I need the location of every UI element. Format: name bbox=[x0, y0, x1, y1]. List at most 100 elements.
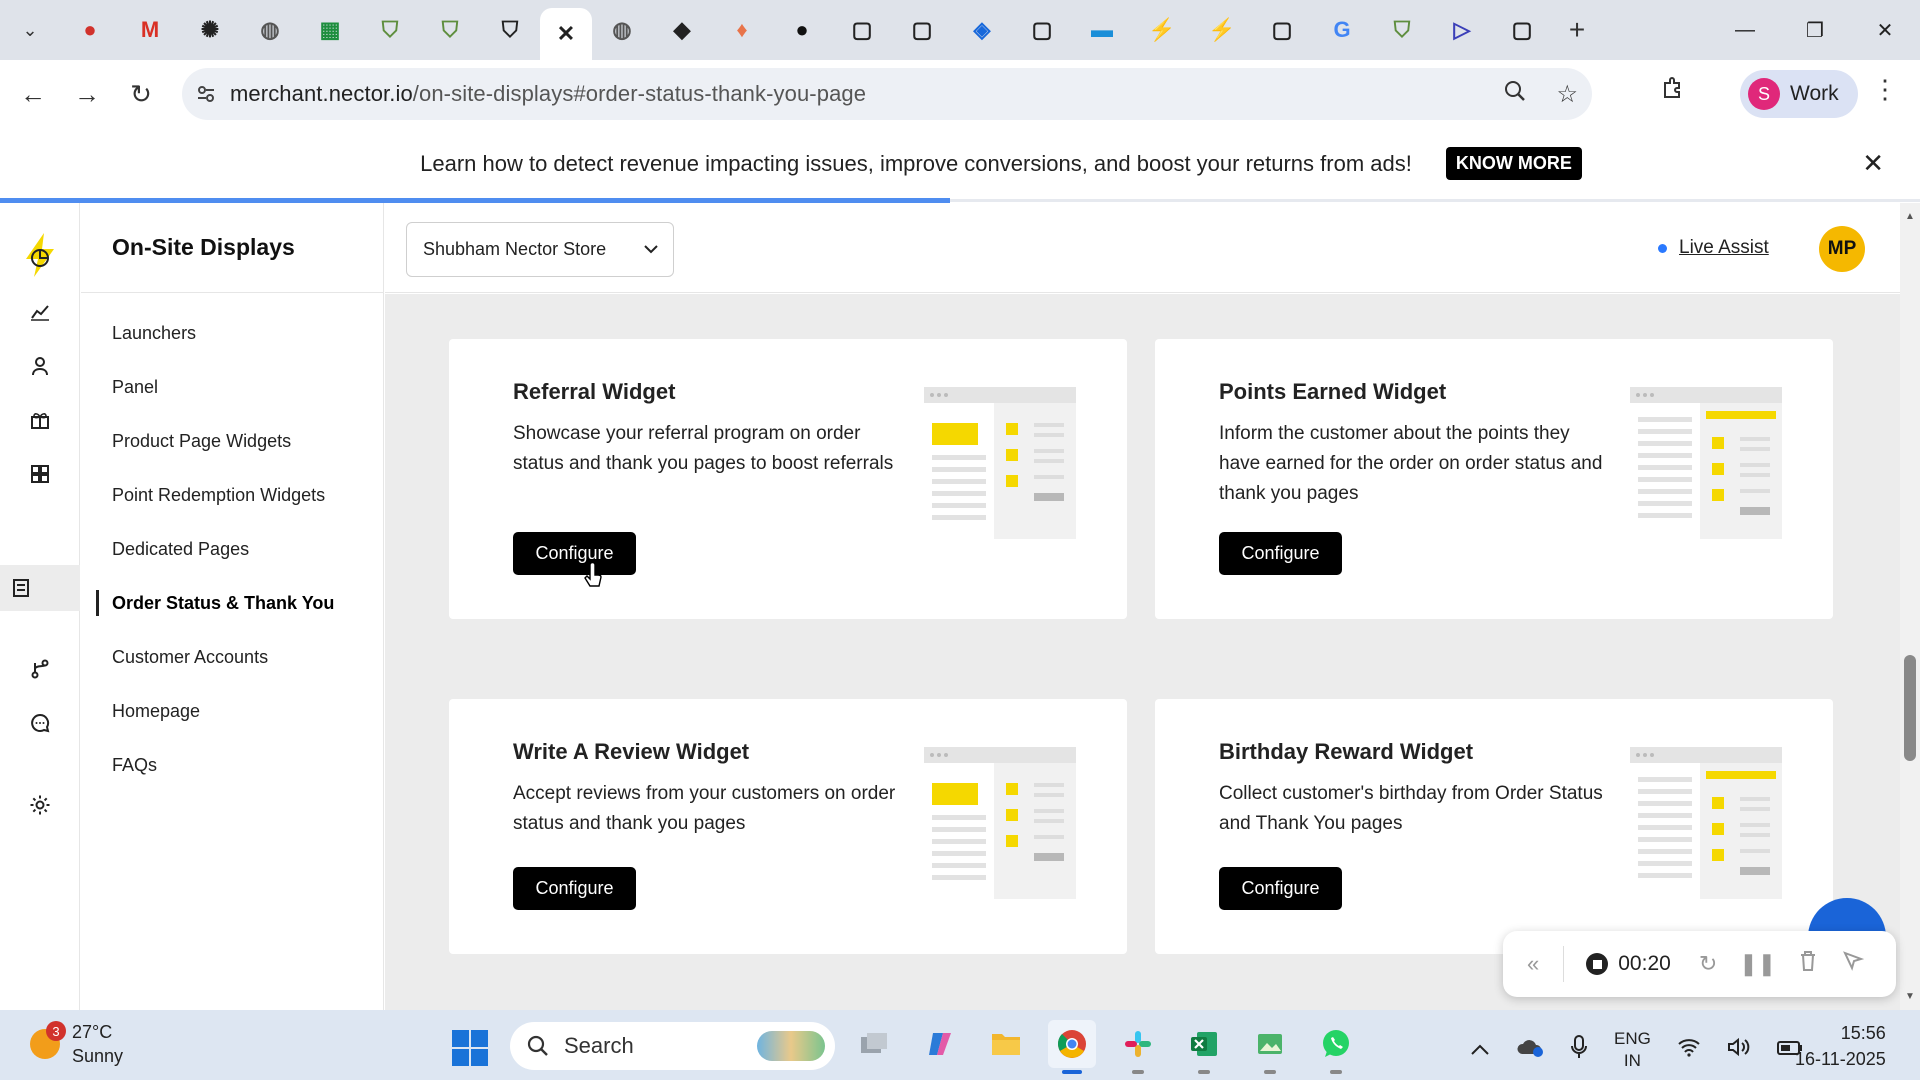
know-more-button[interactable]: KNOW MORE bbox=[1445, 147, 1582, 180]
window-close-icon[interactable]: ✕ bbox=[1850, 0, 1920, 60]
language-indicator[interactable]: ENG IN bbox=[1614, 1028, 1651, 1072]
copilot-icon[interactable] bbox=[916, 1020, 964, 1068]
configure-button[interactable]: Configure bbox=[1219, 532, 1342, 575]
dashboard-icon[interactable] bbox=[22, 240, 58, 276]
zoom-icon[interactable] bbox=[1504, 80, 1526, 109]
sidebar-item-panel[interactable]: Panel bbox=[112, 377, 158, 398]
whatsapp-icon[interactable] bbox=[1312, 1020, 1360, 1074]
browser-tab[interactable]: ♦ bbox=[712, 0, 772, 60]
excel-icon[interactable] bbox=[1180, 1020, 1228, 1074]
windows-start-icon[interactable] bbox=[452, 1030, 488, 1066]
sidebar-item-faqs[interactable]: FAQs bbox=[112, 755, 157, 776]
browser-tab[interactable]: ● bbox=[60, 0, 120, 60]
sidebar-item-customer-accounts[interactable]: Customer Accounts bbox=[112, 647, 268, 668]
customers-icon[interactable] bbox=[22, 348, 58, 384]
taskbar-search[interactable]: Search bbox=[510, 1022, 835, 1070]
analytics-icon[interactable] bbox=[22, 294, 58, 330]
scroll-up-icon[interactable]: ▲ bbox=[1905, 211, 1915, 222]
browser-tab[interactable]: ▦ bbox=[300, 0, 360, 60]
page-scrollbar[interactable]: ▲ ▼ bbox=[1900, 203, 1920, 1010]
volume-icon[interactable] bbox=[1727, 1037, 1751, 1063]
restore-icon[interactable]: ❐ bbox=[1780, 0, 1850, 60]
onedrive-icon[interactable] bbox=[1516, 1036, 1544, 1064]
messages-icon[interactable] bbox=[22, 705, 58, 741]
settings-gear-icon[interactable] bbox=[22, 787, 58, 823]
address-bar[interactable]: merchant.nector.io/on-site-displays#orde… bbox=[182, 68, 1592, 120]
configure-button[interactable]: Configure bbox=[1219, 867, 1342, 910]
scroll-down-icon[interactable]: ▼ bbox=[1905, 991, 1915, 1002]
pointer-tool-icon[interactable] bbox=[1842, 950, 1865, 978]
delete-icon[interactable] bbox=[1798, 950, 1818, 978]
browser-tab[interactable]: ▷ bbox=[1432, 0, 1492, 60]
stop-record-icon[interactable] bbox=[1586, 953, 1609, 975]
circle-logo-icon: ● bbox=[795, 17, 809, 42]
configure-button[interactable]: Configure bbox=[513, 867, 636, 910]
banner-close-icon[interactable]: ✕ bbox=[1862, 148, 1884, 179]
widgets-grid-icon[interactable] bbox=[22, 456, 58, 492]
browser-tab[interactable]: ⛉ bbox=[1372, 0, 1432, 60]
store-select[interactable]: Shubham Nector Store bbox=[406, 222, 674, 277]
microphone-icon[interactable] bbox=[1570, 1034, 1588, 1066]
browser-tab[interactable]: ▬ bbox=[1072, 0, 1132, 60]
image-viewer-icon[interactable] bbox=[1246, 1020, 1294, 1074]
browser-tab[interactable]: ◈ bbox=[952, 0, 1012, 60]
browser-tab[interactable]: ▢ bbox=[892, 0, 952, 60]
browser-tab[interactable]: ◆ bbox=[652, 0, 712, 60]
extensions-icon[interactable] bbox=[1660, 74, 1686, 107]
taskbar-clock[interactable]: 15:56 16-11-2025 bbox=[1795, 1020, 1886, 1072]
url-host: merchant.nector.io bbox=[230, 81, 413, 106]
workflow-branch-icon[interactable] bbox=[22, 651, 58, 687]
on-site-displays-icon[interactable] bbox=[0, 565, 80, 611]
sidebar-item-product-page-widgets[interactable]: Product Page Widgets bbox=[112, 431, 291, 452]
site-info-icon[interactable] bbox=[182, 68, 230, 120]
browser-tab[interactable]: ● bbox=[772, 0, 832, 60]
browser-tab[interactable]: ◍ bbox=[240, 0, 300, 60]
browser-menu-icon[interactable]: ⋮ bbox=[1872, 74, 1898, 105]
browser-tab[interactable]: ▢ bbox=[1012, 0, 1072, 60]
file-explorer-icon[interactable] bbox=[982, 1020, 1030, 1068]
reload-icon[interactable]: ↻ bbox=[114, 67, 168, 121]
browser-tab[interactable]: ✺ bbox=[180, 0, 240, 60]
show-hidden-icons-icon[interactable] bbox=[1470, 1039, 1490, 1062]
browser-tab[interactable]: ⛉ bbox=[360, 0, 420, 60]
browser-tab[interactable]: G bbox=[1312, 0, 1372, 60]
chrome-taskbar-icon[interactable] bbox=[1048, 1020, 1096, 1074]
browser-tab[interactable]: ⚡ bbox=[1192, 0, 1252, 60]
bookmark-star-icon[interactable]: ☆ bbox=[1556, 80, 1578, 109]
card-description: Accept reviews from your customers on or… bbox=[513, 783, 896, 834]
card-description: Collect customer's birthday from Order S… bbox=[1219, 783, 1603, 834]
minimize-icon[interactable]: — bbox=[1710, 0, 1780, 60]
browser-tab[interactable]: ⚡ bbox=[1132, 0, 1192, 60]
sidebar-item-launchers[interactable]: Launchers bbox=[112, 323, 196, 344]
user-avatar[interactable]: MP bbox=[1819, 226, 1865, 272]
wifi-icon[interactable] bbox=[1677, 1037, 1701, 1063]
task-view-icon[interactable] bbox=[850, 1020, 898, 1068]
sidebar-item-point-redemption-widgets[interactable]: Point Redemption Widgets bbox=[112, 485, 325, 506]
browser-tab[interactable]: ▢ bbox=[1252, 0, 1312, 60]
browser-tab[interactable]: ⛉ bbox=[420, 0, 480, 60]
weather-widget[interactable]: 3 27°C Sunny bbox=[30, 1020, 123, 1068]
live-assist-link[interactable]: Live Assist bbox=[1658, 237, 1769, 259]
slack-icon[interactable] bbox=[1114, 1020, 1162, 1074]
restart-icon[interactable]: ↻ bbox=[1699, 951, 1717, 977]
back-icon[interactable]: ← bbox=[6, 67, 60, 121]
browser-tab[interactable]: ▢ bbox=[832, 0, 892, 60]
browser-tab[interactable]: ⛉ bbox=[480, 0, 540, 60]
collapse-recorder-icon[interactable]: « bbox=[1527, 951, 1539, 977]
forward-icon[interactable]: → bbox=[60, 67, 114, 121]
sidebar-item-homepage[interactable]: Homepage bbox=[112, 701, 200, 722]
new-tab-icon[interactable]: + bbox=[1552, 0, 1602, 60]
sidebar-item-order-status-thank-you[interactable]: Order Status & Thank You bbox=[112, 593, 334, 614]
browser-tab[interactable]: M bbox=[120, 0, 180, 60]
browser-tab[interactable]: ▢ bbox=[1492, 0, 1552, 60]
configure-button[interactable]: Configure bbox=[513, 532, 636, 575]
tab-active[interactable]: ✕ bbox=[540, 8, 592, 60]
tab-search-icon[interactable]: ⌄ bbox=[0, 0, 60, 60]
rewards-gift-icon[interactable] bbox=[22, 402, 58, 438]
profile-chip[interactable]: S Work bbox=[1740, 70, 1858, 118]
close-icon[interactable]: ✕ bbox=[557, 21, 575, 47]
pause-icon[interactable]: ❚❚ bbox=[1739, 951, 1776, 977]
scroll-thumb[interactable] bbox=[1904, 655, 1916, 761]
browser-tab[interactable]: ◍ bbox=[592, 0, 652, 60]
sidebar-item-dedicated-pages[interactable]: Dedicated Pages bbox=[112, 539, 249, 560]
